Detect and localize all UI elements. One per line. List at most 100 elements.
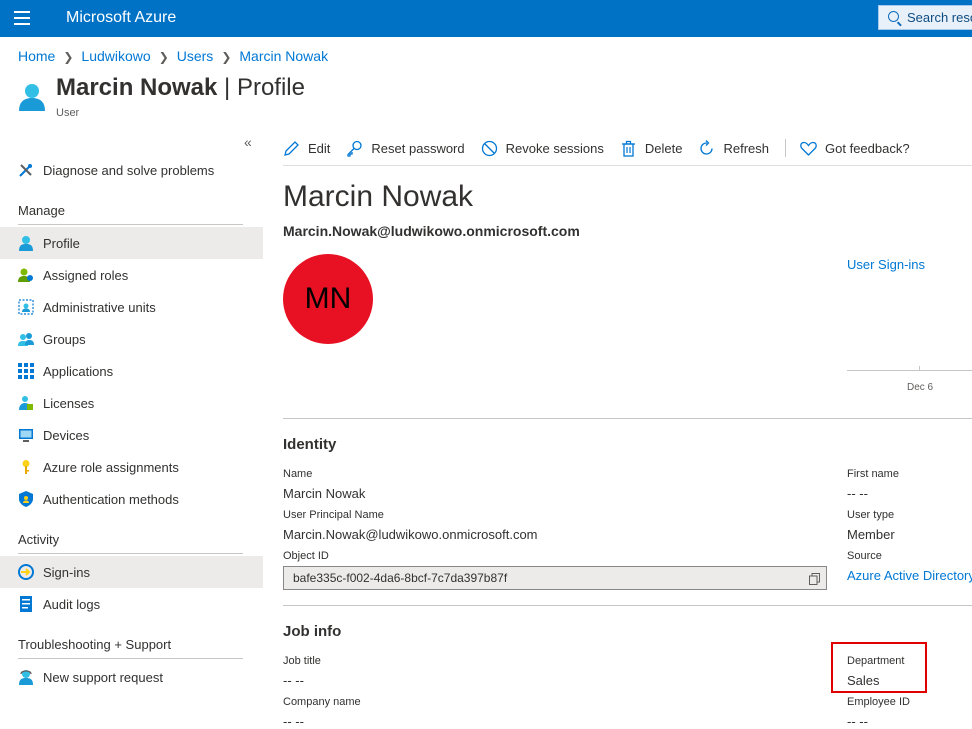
refresh-icon: [700, 139, 714, 155]
block-icon: [481, 140, 497, 156]
hamburger-menu-icon[interactable]: [14, 11, 30, 25]
sidebar-item-label: Applications: [43, 363, 114, 379]
revoke-sessions-button[interactable]: Revoke sessions: [481, 140, 604, 157]
user-email: Marcin.Nowak@ludwikowo.onmicrosoft.com: [283, 223, 580, 239]
sidebar-item-licenses[interactable]: Licenses: [0, 387, 263, 419]
sidebar-item-label: Diagnose and solve problems: [43, 162, 215, 178]
sidebar-item-label: Licenses: [43, 395, 95, 411]
name-label: Name: [283, 468, 313, 480]
edit-button[interactable]: Edit: [283, 140, 330, 157]
sidebar-item-label: New support request: [43, 669, 163, 685]
revoke-sessions-label: Revoke sessions: [505, 140, 604, 156]
sidebar-item-audit-logs[interactable]: Audit logs: [0, 588, 263, 620]
sidebar-item-authentication-methods[interactable]: Authentication methods: [0, 483, 263, 515]
feedback-button[interactable]: Got feedback?: [800, 140, 910, 157]
breadcrumb-users[interactable]: Users: [177, 48, 214, 64]
breadcrumb: Home ❯ Ludwikowo ❯ Users ❯ Marcin Nowak: [18, 48, 328, 64]
devices-icon: [19, 429, 33, 442]
sidebar-item-azure-role-assignments[interactable]: Azure role assignments: [0, 451, 263, 483]
sidebar-item-sign-ins[interactable]: Sign-ins: [0, 556, 263, 588]
top-bar: Microsoft Azure Search reso: [0, 0, 972, 37]
delete-button[interactable]: Delete: [620, 140, 683, 157]
department-highlight-box: [831, 642, 927, 693]
job-title-value: -- --: [283, 673, 304, 688]
employee-id-label: Employee ID: [847, 696, 910, 708]
refresh-label: Refresh: [723, 140, 770, 156]
search-input[interactable]: Search reso: [878, 5, 972, 30]
chevron-right-icon: ❯: [158, 50, 169, 64]
source-label: Source: [847, 550, 882, 562]
breadcrumb-home[interactable]: Home: [18, 48, 55, 64]
sidebar-item-assigned-roles[interactable]: Assigned roles: [0, 259, 263, 291]
user-sign-ins-link[interactable]: User Sign-ins: [847, 257, 925, 272]
divider: [18, 658, 243, 659]
sidebar-item-administrative-units[interactable]: Administrative units: [0, 291, 263, 323]
sign-ins-icon: [18, 564, 34, 580]
delete-label: Delete: [644, 140, 683, 156]
brand-title[interactable]: Microsoft Azure: [66, 9, 176, 27]
refresh-button[interactable]: Refresh: [698, 139, 770, 157]
administrative-units-icon: [18, 299, 34, 315]
sidebar-item-label: Administrative units: [43, 299, 156, 315]
job-title-label: Job title: [283, 655, 321, 667]
support-request-icon: [19, 670, 33, 685]
reset-password-button[interactable]: Reset password: [346, 140, 465, 157]
copy-icon[interactable]: [809, 573, 820, 585]
user-type-value: Member: [847, 527, 895, 542]
reset-password-label: Reset password: [371, 140, 465, 156]
page-subtitle: User: [56, 107, 80, 119]
toolbar-divider: [785, 139, 787, 157]
groups-icon: [18, 333, 34, 346]
employee-id-value: -- --: [847, 714, 868, 729]
sidebar-item-groups[interactable]: Groups: [0, 323, 263, 355]
shield-icon: [19, 491, 33, 507]
sidebar-item-label: Profile: [43, 235, 80, 251]
page-title: Marcin Nowak | Profile: [56, 74, 305, 101]
edit-label: Edit: [308, 140, 331, 156]
section-heading-manage: Manage: [18, 203, 65, 218]
object-id-field[interactable]: bafe335c-f002-4da6-8bcf-7c7da397b87f: [283, 566, 827, 590]
sidebar-item-diagnose[interactable]: Diagnose and solve problems: [0, 154, 263, 186]
company-name-label: Company name: [283, 696, 361, 708]
source-value-link[interactable]: Azure Active Directory: [847, 568, 972, 583]
feedback-label: Got feedback?: [825, 140, 910, 156]
pencil-icon: [284, 140, 299, 156]
divider: [283, 605, 972, 606]
breadcrumb-tenant[interactable]: Ludwikowo: [81, 48, 150, 64]
toolbar-divider-line: [283, 165, 972, 166]
upn-label: User Principal Name: [283, 509, 384, 521]
heart-icon: [800, 141, 817, 156]
sidebar-item-devices[interactable]: Devices: [0, 419, 263, 451]
sidebar-item-label: Authentication methods: [43, 491, 179, 507]
sidebar-item-label: Audit logs: [43, 596, 101, 612]
collapse-sidebar-icon[interactable]: «: [244, 134, 252, 150]
trash-icon: [621, 140, 635, 157]
applications-grid-icon: [18, 363, 34, 379]
upn-value: Marcin.Nowak@ludwikowo.onmicrosoft.com: [283, 527, 538, 542]
tools-icon: [19, 164, 32, 177]
sidebar-item-profile[interactable]: Profile: [0, 227, 263, 259]
section-heading-support: Troubleshooting + Support: [18, 637, 172, 652]
assigned-roles-icon: [18, 268, 33, 282]
licenses-icon: [19, 396, 33, 410]
company-name-value: -- --: [283, 714, 304, 729]
user-icon: [19, 84, 45, 111]
user-display-name: Marcin Nowak: [283, 180, 474, 213]
sign-ins-chart-tick: [919, 366, 920, 370]
divider: [18, 553, 243, 554]
sidebar-item-new-support-request[interactable]: New support request: [0, 661, 263, 693]
avatar: MN: [283, 254, 373, 344]
sign-ins-chart-tick-label: Dec 6: [907, 382, 934, 393]
divider: [283, 418, 972, 419]
search-icon: [888, 11, 899, 22]
user-type-label: User type: [847, 509, 895, 521]
chevron-right-icon: ❯: [63, 50, 74, 64]
breadcrumb-user[interactable]: Marcin Nowak: [239, 48, 328, 64]
sidebar-item-label: Devices: [43, 427, 90, 443]
sidebar-item-label: Azure role assignments: [43, 459, 179, 475]
key-icon: [347, 140, 363, 157]
sidebar-item-applications[interactable]: Applications: [0, 355, 263, 387]
audit-logs-icon: [20, 596, 32, 612]
command-bar: Edit Reset password Revoke sessions Dele…: [283, 137, 926, 159]
divider: [18, 224, 243, 225]
